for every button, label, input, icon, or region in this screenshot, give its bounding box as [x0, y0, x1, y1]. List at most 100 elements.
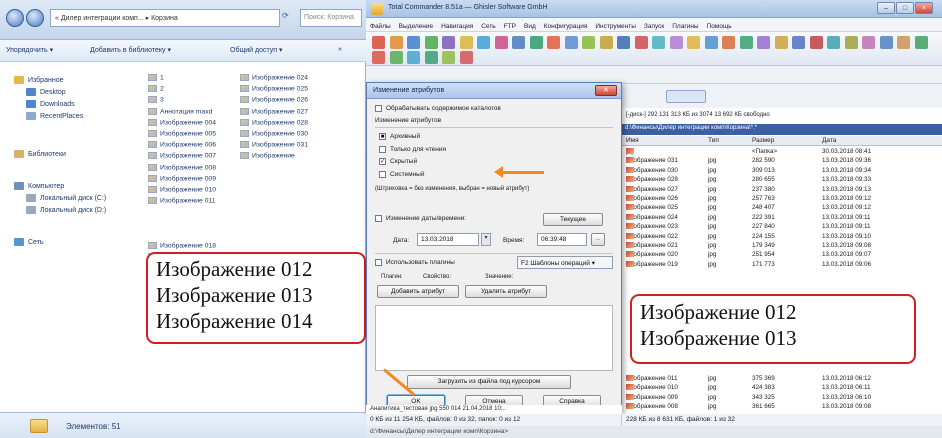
- file-item[interactable]: 3: [148, 96, 164, 104]
- forward-icon[interactable]: [26, 9, 44, 27]
- date-field[interactable]: 13.03.2018: [417, 233, 479, 246]
- now-button[interactable]: Текущее: [543, 213, 603, 226]
- toolbar-icon[interactable]: [459, 51, 473, 64]
- toolbar-icon[interactable]: [372, 36, 385, 49]
- file-item[interactable]: Изображение 030: [240, 130, 308, 137]
- file-item[interactable]: Изображение 031: [240, 141, 308, 148]
- toolbar-icon[interactable]: [372, 51, 385, 64]
- file-row[interactable]: Изображение 010 jpg 424 383 13.03.2018 06:1…: [622, 384, 942, 393]
- load-from-file-button[interactable]: Загрузить из файла под курсором: [407, 375, 571, 389]
- attribute-checkbox[interactable]: ✓ Скрытый: [379, 158, 417, 165]
- header-type[interactable]: Тип: [708, 137, 719, 144]
- file-item[interactable]: Изображение 027: [240, 107, 308, 115]
- toolbar-icon[interactable]: [442, 51, 455, 64]
- checkbox-icon[interactable]: [379, 170, 386, 178]
- time-field[interactable]: 06:39:48: [537, 233, 587, 246]
- plugin-attribute-list[interactable]: [375, 305, 613, 371]
- menu-item[interactable]: FTP: [504, 23, 516, 30]
- file-row[interactable]: Изображение 008 jpg 361 665 13.03.2018 09:0…: [622, 403, 942, 412]
- nav-item[interactable]: Компьютер: [14, 182, 64, 190]
- file-item[interactable]: Изображение: [240, 152, 295, 160]
- toolbar-icon[interactable]: [914, 36, 928, 49]
- nav-item[interactable]: Локальный диск (D:): [26, 206, 106, 214]
- attribute-checkbox[interactable]: Только для чтения: [379, 145, 446, 153]
- command-line[interactable]: d:\Финансы\Дилер интеграции комп\Корзина…: [366, 426, 942, 438]
- toolbar-icon[interactable]: [669, 36, 683, 49]
- file-row[interactable]: [..] <Папка> 30.03.2018 08:41: [622, 148, 942, 158]
- menu-item[interactable]: Плагины: [672, 23, 698, 30]
- left-panel-row[interactable]: Аналитика_тестовая jpg 550 014 21.04.201…: [366, 405, 622, 414]
- toolbar-icon[interactable]: [424, 51, 438, 64]
- menu-item[interactable]: Выделение: [399, 23, 433, 30]
- toolbar-icon[interactable]: [389, 51, 403, 64]
- current-path[interactable]: d:\Финансы\Дилер интеграции комп\Корзина…: [622, 124, 942, 135]
- toolbar-icon[interactable]: [757, 36, 770, 49]
- checkbox-icon[interactable]: [375, 259, 382, 266]
- toolbar-icon[interactable]: [774, 36, 788, 49]
- nav-item[interactable]: RecentPlaces: [26, 112, 83, 120]
- file-row[interactable]: Изображение 028 jpg 280 655 13.03.2018 09:3…: [622, 176, 942, 185]
- toolbar-icon[interactable]: [564, 36, 578, 49]
- plugins-checkbox[interactable]: Использовать плагины: [375, 259, 455, 266]
- file-item[interactable]: Изображение 004: [148, 118, 216, 126]
- file-item[interactable]: Изображение 025: [240, 85, 308, 92]
- datetime-checkbox[interactable]: Изменение даты/времени:: [375, 215, 466, 222]
- plugin-template-select[interactable]: F2 Шаблоны операций ▾: [517, 256, 613, 269]
- checkbox-icon[interactable]: [375, 215, 382, 222]
- search-input[interactable]: Поиск: Корзина: [300, 9, 362, 27]
- toolbar-icon[interactable]: [792, 36, 805, 49]
- toolbar-icon[interactable]: [389, 36, 403, 49]
- toolbar-icon[interactable]: [722, 36, 735, 49]
- toolbar-icon[interactable]: [897, 36, 910, 49]
- toolbar-icon[interactable]: [687, 36, 700, 49]
- toolbar-icon[interactable]: [827, 36, 840, 49]
- file-item[interactable]: Изображение 007: [148, 152, 216, 160]
- toolbar-icon[interactable]: [459, 36, 473, 49]
- file-row[interactable]: Изображение 031 jpg 282 590 13.03.2018 09:3…: [622, 157, 942, 166]
- toolbar-icon[interactable]: [582, 36, 595, 49]
- file-item[interactable]: 1: [148, 74, 164, 81]
- organize-button[interactable]: Упорядочить ▾: [6, 46, 53, 54]
- toolbar-icon[interactable]: [512, 36, 525, 49]
- file-item[interactable]: 2: [148, 85, 164, 92]
- toolbar-icon[interactable]: [704, 36, 718, 49]
- maximize-button[interactable]: □: [896, 2, 914, 14]
- file-item[interactable]: Изображение 011: [148, 197, 216, 204]
- toolbar-icon[interactable]: [407, 36, 420, 49]
- menu-item[interactable]: Запуск: [644, 23, 664, 30]
- file-row[interactable]: Изображение 019 jpg 171 773 13.03.2018 09:0…: [622, 260, 942, 270]
- file-row[interactable]: Изображение 025 jpg 248 407 13.03.2018 09:1…: [622, 204, 942, 213]
- remove-attribute-button[interactable]: Удалить атрибут: [465, 285, 547, 298]
- file-item[interactable]: Изображение 028: [240, 118, 308, 126]
- toolbar-icon[interactable]: [617, 36, 630, 49]
- toolbar-icon[interactable]: [477, 36, 490, 49]
- toolbar-icon[interactable]: [879, 36, 893, 49]
- toolbar-icon[interactable]: [844, 36, 858, 49]
- menu-item[interactable]: Инструменты: [595, 23, 636, 30]
- toolbar-icon[interactable]: [652, 36, 665, 49]
- nav-item[interactable]: Библиотеки: [14, 150, 66, 158]
- menu-item[interactable]: Навигация: [441, 23, 473, 30]
- file-row[interactable]: Изображение 009 jpg 343 325 13.03.2018 06:1…: [622, 393, 942, 403]
- checkbox-icon[interactable]: [375, 105, 382, 112]
- menu-item[interactable]: Файлы: [370, 23, 391, 30]
- toolbar-icon[interactable]: [424, 36, 438, 49]
- toolbar-icon[interactable]: [494, 36, 508, 49]
- toolbar-icon[interactable]: [739, 36, 753, 49]
- toolbar-icon[interactable]: [634, 36, 648, 49]
- nav-item[interactable]: Downloads: [26, 100, 75, 108]
- nav-item[interactable]: Локальный диск (C:): [26, 194, 106, 202]
- refresh-icon[interactable]: ⟳: [282, 11, 289, 20]
- checkbox-icon[interactable]: [379, 145, 386, 153]
- file-row[interactable]: Изображение 011 jpg 375 369 13.03.2018 06:1…: [622, 375, 942, 384]
- file-row[interactable]: Изображение 021 jpg 179 349 13.03.2018 09:0…: [622, 242, 942, 251]
- checkbox-icon[interactable]: ✓: [379, 158, 386, 165]
- toolbar-icon[interactable]: [442, 36, 455, 49]
- file-item[interactable]: Изображение 006: [148, 141, 216, 148]
- file-row[interactable]: Изображение 024 jpg 222 391 13.03.2018 09:1…: [622, 213, 942, 223]
- menu-item[interactable]: Вид: [524, 23, 536, 30]
- attribute-checkbox[interactable]: Системный: [379, 170, 424, 178]
- file-row[interactable]: Изображение 020 jpg 251 954 13.03.2018 09:0…: [622, 251, 942, 260]
- back-icon[interactable]: [6, 9, 24, 27]
- subdirs-checkbox[interactable]: Обрабатывать содержимое каталогов: [375, 105, 501, 112]
